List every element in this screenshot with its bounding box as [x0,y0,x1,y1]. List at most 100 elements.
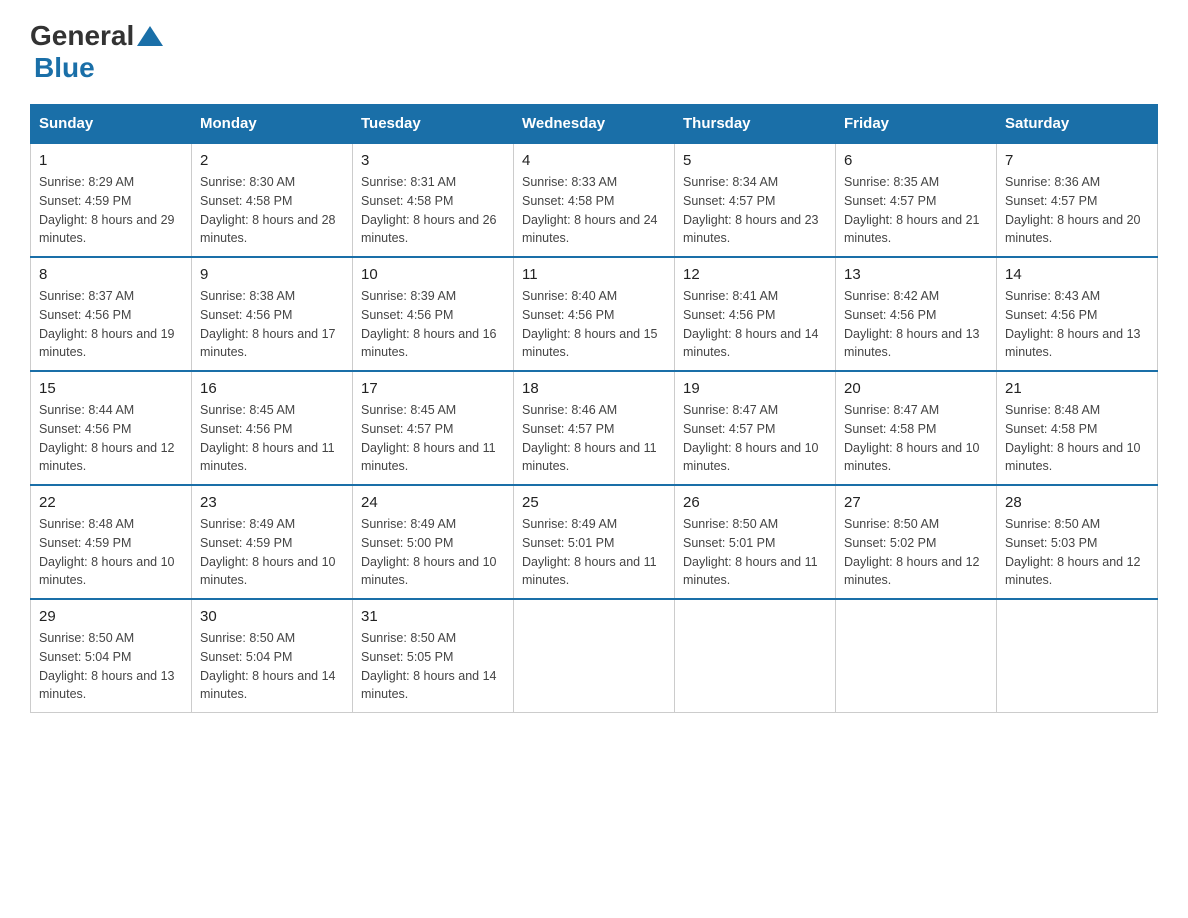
logo-general-text: General [30,20,134,52]
day-info: Sunrise: 8:39 AMSunset: 4:56 PMDaylight:… [361,287,505,362]
day-info: Sunrise: 8:37 AMSunset: 4:56 PMDaylight:… [39,287,183,362]
day-number: 12 [683,266,827,283]
day-number: 11 [522,266,666,283]
day-info: Sunrise: 8:48 AMSunset: 4:59 PMDaylight:… [39,515,183,590]
calendar-cell: 6 Sunrise: 8:35 AMSunset: 4:57 PMDaylight… [836,143,997,257]
calendar-cell: 28Sunrise: 8:50 AMSunset: 5:03 PMDayligh… [997,485,1158,599]
calendar-cell: 7 Sunrise: 8:36 AMSunset: 4:57 PMDaylight… [997,143,1158,257]
weekday-header-wednesday: Wednesday [514,105,675,144]
weekday-header-sunday: Sunday [31,105,192,144]
day-info: Sunrise: 8:36 AMSunset: 4:57 PMDaylight:… [1005,173,1149,248]
day-number: 16 [200,380,344,397]
day-number: 21 [1005,380,1149,397]
calendar-cell [997,599,1158,713]
day-number: 27 [844,494,988,511]
calendar-cell: 13Sunrise: 8:42 AMSunset: 4:56 PMDayligh… [836,257,997,371]
calendar-cell: 10 Sunrise: 8:39 AMSunset: 4:56 PMDayligh… [353,257,514,371]
calendar-week-row: 15 Sunrise: 8:44 AMSunset: 4:56 PMDayligh… [31,371,1158,485]
calendar-cell: 31 Sunrise: 8:50 AMSunset: 5:05 PMDayligh… [353,599,514,713]
day-info: Sunrise: 8:33 AMSunset: 4:58 PMDaylight:… [522,173,666,248]
calendar-cell: 14 Sunrise: 8:43 AMSunset: 4:56 PMDayligh… [997,257,1158,371]
day-info: Sunrise: 8:50 AMSunset: 5:04 PMDaylight:… [39,629,183,704]
day-number: 19 [683,380,827,397]
calendar-cell: 2 Sunrise: 8:30 AMSunset: 4:58 PMDaylight… [192,143,353,257]
calendar-cell: 4Sunrise: 8:33 AMSunset: 4:58 PMDaylight… [514,143,675,257]
day-number: 7 [1005,152,1149,169]
day-number: 20 [844,380,988,397]
calendar-cell: 27 Sunrise: 8:50 AMSunset: 5:02 PMDayligh… [836,485,997,599]
calendar-cell: 21Sunrise: 8:48 AMSunset: 4:58 PMDayligh… [997,371,1158,485]
weekday-header-thursday: Thursday [675,105,836,144]
calendar-cell: 17 Sunrise: 8:45 AMSunset: 4:57 PMDayligh… [353,371,514,485]
day-info: Sunrise: 8:49 AMSunset: 4:59 PMDaylight:… [200,515,344,590]
day-number: 31 [361,608,505,625]
calendar-cell: 24 Sunrise: 8:49 AMSunset: 5:00 PMDayligh… [353,485,514,599]
calendar-cell [514,599,675,713]
day-number: 25 [522,494,666,511]
day-info: Sunrise: 8:35 AMSunset: 4:57 PMDaylight:… [844,173,988,248]
calendar-cell: 26Sunrise: 8:50 AMSunset: 5:01 PMDayligh… [675,485,836,599]
day-info: Sunrise: 8:49 AMSunset: 5:01 PMDaylight:… [522,515,666,590]
weekday-header-saturday: Saturday [997,105,1158,144]
day-info: Sunrise: 8:29 AMSunset: 4:59 PMDaylight:… [39,173,183,248]
page-header: General Blue [30,20,1158,84]
calendar-cell: 8Sunrise: 8:37 AMSunset: 4:56 PMDaylight… [31,257,192,371]
calendar-week-row: 1 Sunrise: 8:29 AMSunset: 4:59 PMDaylight… [31,143,1158,257]
calendar-cell: 18 Sunrise: 8:46 AMSunset: 4:57 PMDayligh… [514,371,675,485]
weekday-header-tuesday: Tuesday [353,105,514,144]
day-number: 10 [361,266,505,283]
calendar-cell: 1 Sunrise: 8:29 AMSunset: 4:59 PMDaylight… [31,143,192,257]
day-number: 3 [361,152,505,169]
day-info: Sunrise: 8:34 AMSunset: 4:57 PMDaylight:… [683,173,827,248]
calendar-cell [675,599,836,713]
calendar-cell: 22 Sunrise: 8:48 AMSunset: 4:59 PMDayligh… [31,485,192,599]
day-number: 9 [200,266,344,283]
day-info: Sunrise: 8:47 AMSunset: 4:58 PMDaylight:… [844,401,988,476]
calendar-cell: 20 Sunrise: 8:47 AMSunset: 4:58 PMDayligh… [836,371,997,485]
day-number: 17 [361,380,505,397]
day-number: 30 [200,608,344,625]
calendar-cell [836,599,997,713]
day-info: Sunrise: 8:50 AMSunset: 5:02 PMDaylight:… [844,515,988,590]
calendar-week-row: 8Sunrise: 8:37 AMSunset: 4:56 PMDaylight… [31,257,1158,371]
day-number: 14 [1005,266,1149,283]
day-info: Sunrise: 8:45 AMSunset: 4:57 PMDaylight:… [361,401,505,476]
calendar-cell: 11 Sunrise: 8:40 AMSunset: 4:56 PMDayligh… [514,257,675,371]
calendar-week-row: 29 Sunrise: 8:50 AMSunset: 5:04 PMDayligh… [31,599,1158,713]
calendar-cell: 30Sunrise: 8:50 AMSunset: 5:04 PMDayligh… [192,599,353,713]
day-number: 6 [844,152,988,169]
day-info: Sunrise: 8:41 AMSunset: 4:56 PMDaylight:… [683,287,827,362]
day-info: Sunrise: 8:50 AMSunset: 5:01 PMDaylight:… [683,515,827,590]
day-info: Sunrise: 8:49 AMSunset: 5:00 PMDaylight:… [361,515,505,590]
day-info: Sunrise: 8:42 AMSunset: 4:56 PMDaylight:… [844,287,988,362]
day-number: 18 [522,380,666,397]
calendar-cell: 9 Sunrise: 8:38 AMSunset: 4:56 PMDaylight… [192,257,353,371]
day-info: Sunrise: 8:46 AMSunset: 4:57 PMDaylight:… [522,401,666,476]
day-number: 29 [39,608,183,625]
day-info: Sunrise: 8:40 AMSunset: 4:56 PMDaylight:… [522,287,666,362]
day-number: 22 [39,494,183,511]
calendar-cell: 12 Sunrise: 8:41 AMSunset: 4:56 PMDayligh… [675,257,836,371]
calendar-cell: 19 Sunrise: 8:47 AMSunset: 4:57 PMDayligh… [675,371,836,485]
logo: General Blue [30,20,163,84]
day-number: 15 [39,380,183,397]
day-info: Sunrise: 8:30 AMSunset: 4:58 PMDaylight:… [200,173,344,248]
calendar-table: SundayMondayTuesdayWednesdayThursdayFrid… [30,104,1158,713]
day-number: 24 [361,494,505,511]
day-info: Sunrise: 8:47 AMSunset: 4:57 PMDaylight:… [683,401,827,476]
day-info: Sunrise: 8:44 AMSunset: 4:56 PMDaylight:… [39,401,183,476]
day-info: Sunrise: 8:50 AMSunset: 5:05 PMDaylight:… [361,629,505,704]
day-info: Sunrise: 8:38 AMSunset: 4:56 PMDaylight:… [200,287,344,362]
calendar-cell: 16Sunrise: 8:45 AMSunset: 4:56 PMDayligh… [192,371,353,485]
weekday-header-row: SundayMondayTuesdayWednesdayThursdayFrid… [31,105,1158,144]
day-number: 23 [200,494,344,511]
calendar-cell: 25 Sunrise: 8:49 AMSunset: 5:01 PMDayligh… [514,485,675,599]
day-info: Sunrise: 8:43 AMSunset: 4:56 PMDaylight:… [1005,287,1149,362]
calendar-cell: 3Sunrise: 8:31 AMSunset: 4:58 PMDaylight… [353,143,514,257]
day-number: 28 [1005,494,1149,511]
day-number: 1 [39,152,183,169]
calendar-week-row: 22 Sunrise: 8:48 AMSunset: 4:59 PMDayligh… [31,485,1158,599]
calendar-cell: 5Sunrise: 8:34 AMSunset: 4:57 PMDaylight… [675,143,836,257]
day-number: 2 [200,152,344,169]
weekday-header-friday: Friday [836,105,997,144]
